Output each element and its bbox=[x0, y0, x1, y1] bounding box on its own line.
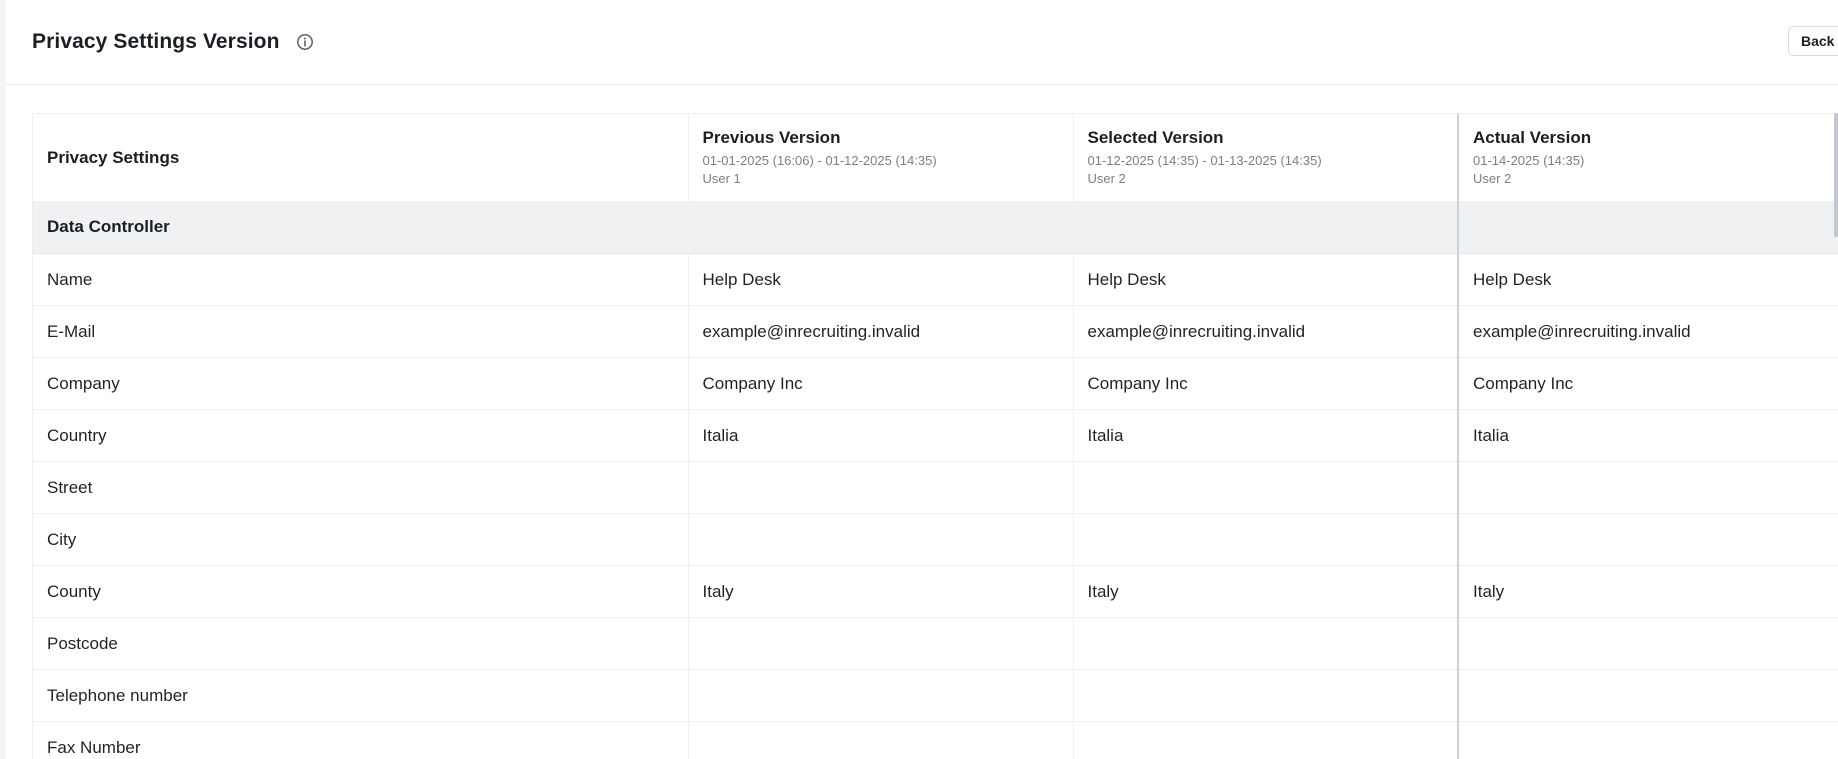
selected-value: Help Desk bbox=[1073, 253, 1459, 306]
table-row: Name Help Desk Help Desk Help Desk bbox=[33, 253, 1838, 306]
previous-value bbox=[688, 617, 1074, 670]
version-user: User 2 bbox=[1473, 170, 1512, 186]
actual-value bbox=[1457, 513, 1838, 566]
row-label: Street bbox=[33, 461, 689, 514]
row-label: E-Mail bbox=[33, 305, 689, 358]
table-header-row: Privacy Settings Previous Version 01-01-… bbox=[33, 114, 1838, 201]
versions-table: Privacy Settings Previous Version 01-01-… bbox=[33, 114, 1838, 759]
actual-value: Italia bbox=[1457, 409, 1838, 462]
selected-value bbox=[1073, 513, 1459, 566]
version-title: Previous Version bbox=[702, 127, 841, 147]
section-title: Data Controller bbox=[33, 201, 1458, 254]
selected-value: Company Inc bbox=[1073, 357, 1459, 410]
table-row: Street bbox=[33, 461, 1838, 514]
row-label: Telephone number bbox=[33, 669, 689, 722]
selected-value bbox=[1073, 461, 1459, 514]
previous-value bbox=[688, 669, 1074, 722]
selected-value: example@inrecruiting.invalid bbox=[1073, 305, 1459, 358]
actual-value: example@inrecruiting.invalid bbox=[1457, 305, 1838, 358]
actual-value bbox=[1457, 461, 1838, 514]
table-row: Country Italia Italia Italia bbox=[33, 409, 1838, 462]
version-user: User 2 bbox=[1087, 170, 1126, 186]
row-label: Country bbox=[33, 409, 689, 462]
selected-value: Italia bbox=[1073, 409, 1459, 462]
version-user: User 1 bbox=[702, 170, 741, 186]
left-rail bbox=[0, 0, 5, 759]
section-row-data-controller: Data Controller bbox=[33, 201, 1838, 254]
table-row: Postcode bbox=[33, 617, 1838, 670]
table-row: E-Mail example@inrecruiting.invalid exam… bbox=[33, 305, 1838, 358]
version-date-range: 01-12-2025 (14:35) - 01-13-2025 (14:35) bbox=[1087, 152, 1322, 168]
table-row: Telephone number bbox=[33, 669, 1838, 722]
actual-value: Help Desk bbox=[1457, 253, 1838, 306]
versions-table-container[interactable]: Privacy Settings Previous Version 01-01-… bbox=[32, 113, 1838, 759]
actual-value bbox=[1457, 721, 1838, 759]
version-title: Selected Version bbox=[1087, 127, 1224, 147]
version-date-range: 01-14-2025 (14:35) bbox=[1473, 152, 1585, 168]
page-header: Privacy Settings Version bbox=[5, 0, 1838, 85]
row-label: Name bbox=[33, 253, 689, 306]
actual-value bbox=[1457, 617, 1838, 670]
row-label: County bbox=[33, 565, 689, 618]
selected-value bbox=[1073, 617, 1459, 670]
selected-value bbox=[1073, 669, 1459, 722]
vertical-scrollbar[interactable] bbox=[1834, 113, 1838, 237]
column-header-previous-version: Previous Version 01-01-2025 (16:06) - 01… bbox=[688, 114, 1074, 201]
column-header-privacy-settings: Privacy Settings bbox=[33, 114, 689, 201]
previous-value bbox=[688, 461, 1074, 514]
column-header-label: Privacy Settings bbox=[47, 147, 180, 167]
back-button[interactable]: Back bbox=[1788, 26, 1838, 56]
privacy-settings-version-page: Privacy Settings Version Back Privacy Se… bbox=[0, 0, 1838, 759]
column-header-selected-version: Selected Version 01-12-2025 (14:35) - 01… bbox=[1073, 114, 1459, 201]
selected-value: Italy bbox=[1073, 565, 1459, 618]
previous-value bbox=[688, 721, 1074, 759]
previous-value: Help Desk bbox=[688, 253, 1074, 306]
previous-value: Company Inc bbox=[688, 357, 1074, 410]
version-date-range: 01-01-2025 (16:06) - 01-12-2025 (14:35) bbox=[702, 152, 937, 168]
table-row: Company Company Inc Company Inc Company … bbox=[33, 357, 1838, 410]
previous-value bbox=[688, 513, 1074, 566]
actual-value: Italy bbox=[1457, 565, 1838, 618]
previous-value: Italy bbox=[688, 565, 1074, 618]
page-title: Privacy Settings Version bbox=[32, 30, 280, 53]
previous-value: example@inrecruiting.invalid bbox=[688, 305, 1074, 358]
version-title: Actual Version bbox=[1473, 127, 1592, 147]
table-row: Fax Number bbox=[33, 721, 1838, 759]
actual-value bbox=[1457, 669, 1838, 722]
row-label: Fax Number bbox=[33, 721, 689, 759]
table-row: City bbox=[33, 513, 1838, 566]
info-icon[interactable] bbox=[296, 33, 314, 51]
row-label: Postcode bbox=[33, 617, 689, 670]
selected-value bbox=[1073, 721, 1459, 759]
table-row: County Italy Italy Italy bbox=[33, 565, 1838, 618]
previous-value: Italia bbox=[688, 409, 1074, 462]
row-label: Company bbox=[33, 357, 689, 410]
column-header-actual-version: Actual Version 01-14-2025 (14:35) User 2 bbox=[1457, 114, 1838, 201]
actual-value: Company Inc bbox=[1457, 357, 1838, 410]
row-label: City bbox=[33, 513, 689, 566]
section-cell-actual bbox=[1457, 201, 1838, 254]
